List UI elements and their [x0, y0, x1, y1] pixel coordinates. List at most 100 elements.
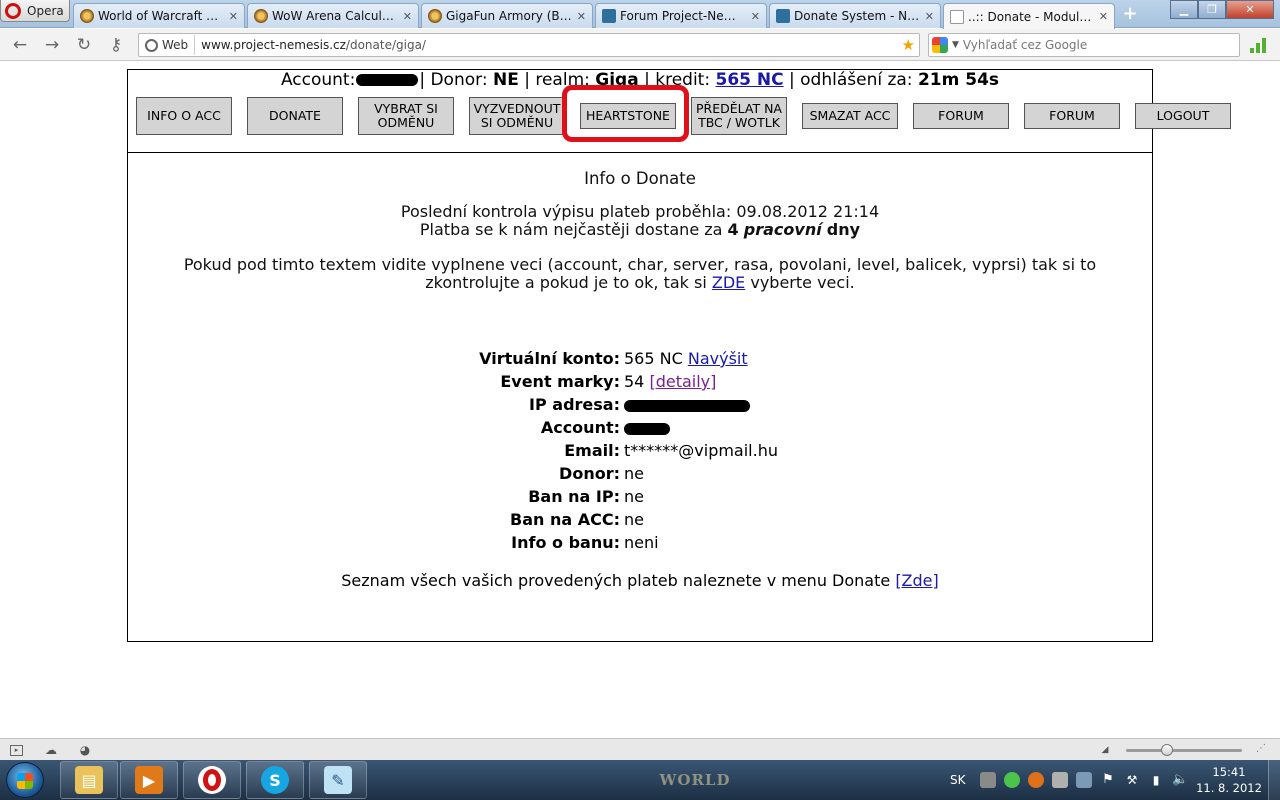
back-arrow-icon[interactable]: ←: [10, 35, 30, 55]
taskbar-skype[interactable]: S: [246, 761, 304, 799]
close-window-button[interactable]: ✕: [1226, 0, 1274, 19]
tray-tool-icon[interactable]: ⚒: [1124, 772, 1140, 788]
field-info-o-banu: Info o banu: neni: [128, 531, 1152, 554]
system-clock[interactable]: 15:41 11. 8. 2012: [1196, 764, 1262, 796]
opera-menu-button[interactable]: Opera: [0, 0, 70, 22]
payment-days: 4: [727, 220, 739, 239]
windows-taskbar: ▤ ▶ S ✎ WORLD SK ⚑ ⚒ ▮ 🔈 15:41 11. 8. 20…: [0, 760, 1280, 800]
menu-label: VYZVEDNOUT SI ODMĚNU: [473, 101, 561, 130]
opera-menu-label: Opera: [27, 3, 64, 18]
menu-button-forum-2[interactable]: FORUM: [1024, 103, 1120, 129]
minimize-window-button[interactable]: ▁: [1170, 0, 1198, 19]
zde-link[interactable]: ZDE: [712, 273, 745, 292]
site-info-chip[interactable]: Web: [141, 35, 196, 55]
close-tab-icon[interactable]: ✕: [925, 10, 934, 23]
field-label: Donor:: [559, 464, 620, 483]
close-tab-icon[interactable]: ✕: [751, 10, 760, 23]
panel-toggle-icon[interactable]: ▸: [10, 745, 23, 756]
maximize-window-button[interactable]: ❐: [1198, 0, 1226, 19]
browser-tab[interactable]: Donate System - Návo... ✕: [769, 3, 941, 28]
menu-button-vybrat-si-odmenu[interactable]: VYBRAT SI ODMĚNU: [358, 97, 454, 135]
zoom-slider-track[interactable]: [1126, 749, 1242, 752]
donor-label: Donor:: [430, 70, 488, 90]
redacted-ip: [624, 399, 750, 412]
menu-button-donate[interactable]: DONATE: [247, 97, 343, 135]
browser-tab[interactable]: World of Warcraft » Ac... ✕: [73, 3, 245, 28]
new-tab-icon[interactable]: +: [1119, 3, 1141, 25]
forward-arrow-icon[interactable]: →: [42, 35, 62, 55]
tray-network-share-icon[interactable]: [1052, 772, 1068, 788]
start-button[interactable]: [6, 762, 44, 798]
taskbar-explorer[interactable]: ▤: [60, 761, 118, 799]
tray-update-icon[interactable]: [1028, 772, 1044, 788]
field-value: ne: [624, 487, 644, 506]
resize-grip-icon[interactable]: ⋰: [1256, 743, 1266, 757]
notice-line-2: zkontrolujte a pokud je to ok, tak si ZD…: [128, 274, 1152, 292]
close-tab-icon[interactable]: ✕: [229, 10, 238, 23]
show-desktop-button[interactable]: [1268, 760, 1280, 800]
taskbar-media-player[interactable]: ▶: [120, 761, 178, 799]
account-label: Account:: [280, 70, 356, 90]
taskbar-opera[interactable]: [183, 761, 241, 799]
zde-payments-link[interactable]: [Zde]: [895, 571, 938, 590]
search-field[interactable]: ▼ Vyhľadať cez Google: [928, 33, 1240, 57]
menu-button-smazat-acc[interactable]: SMAZAT ACC: [802, 103, 898, 129]
wow-icon: [80, 9, 94, 23]
windows-logo-icon: [17, 773, 33, 789]
detaily-link[interactable]: [detaily]: [649, 372, 716, 391]
browser-tab[interactable]: WoW Arena Calculator ... ✕: [247, 3, 419, 28]
zoom-out-icon[interactable]: ◢: [1098, 743, 1112, 757]
browser-tab[interactable]: Forum Project-Nemesis ✕: [595, 3, 767, 28]
tray-status-icon[interactable]: [1004, 772, 1020, 788]
language-indicator[interactable]: SK: [950, 760, 966, 800]
reload-icon[interactable]: ↻: [74, 35, 94, 55]
opera-icon: [198, 766, 226, 794]
tray-device-icon[interactable]: [1076, 772, 1092, 788]
browser-status-bar: ▸ ☁ ◕ ◢ ⋰: [0, 738, 1280, 760]
logout-timer-label: odhlášení za:: [800, 70, 913, 90]
menu-button-logout[interactable]: LOGOUT: [1135, 103, 1231, 129]
navysit-link[interactable]: Navýšit: [688, 349, 748, 368]
key-icon[interactable]: ⚷: [106, 35, 126, 55]
media-player-icon: ▶: [135, 766, 163, 794]
notice-line-1: Pokud pod timto textem vidite vyplnene v…: [183, 255, 1097, 274]
volume-icon[interactable]: 🔈: [1172, 772, 1188, 788]
opera-icon: [5, 2, 21, 19]
zoom-slider-handle[interactable]: [1161, 744, 1173, 756]
tray-app-icon[interactable]: [980, 772, 996, 788]
field-value: 54: [624, 372, 645, 391]
header-divider: [128, 152, 1152, 153]
browser-tab[interactable]: GigaFun Armory (BETA) ✕: [421, 3, 593, 28]
menu-button-info-o-acc[interactable]: INFO O ACC: [136, 97, 232, 135]
notepad-icon: ✎: [324, 766, 352, 794]
address-bar[interactable]: Web www.project-nemesis.cz/donate/giga/ …: [138, 33, 920, 57]
url-text[interactable]: www.project-nemesis.cz/donate/giga/: [195, 38, 901, 52]
bookmark-star-icon[interactable]: ★: [902, 36, 919, 54]
menu-button-forum[interactable]: FORUM: [913, 103, 1009, 129]
browser-tab-active[interactable]: ..:: Donate - Modul ::... ✕: [943, 3, 1115, 29]
logout-timer-value: 21m 54s: [917, 70, 1000, 90]
close-tab-icon[interactable]: ✕: [577, 10, 586, 23]
field-value: ne: [624, 464, 644, 483]
action-center-flag-icon[interactable]: ⚑: [1100, 772, 1116, 788]
chevron-down-icon[interactable]: ▼: [952, 40, 959, 50]
notice-post: vyberte veci.: [750, 273, 855, 292]
network-signal-icon[interactable]: ▮: [1148, 772, 1164, 788]
menu-button-predelat-na-tbc-wotlk[interactable]: PŘEDĚLAT NA TBC / WOTLK: [691, 97, 787, 135]
kredit-link[interactable]: 565 NC: [715, 70, 783, 90]
tab-title: ..:: Donate - Modul ::...: [968, 9, 1095, 24]
turbo-icon[interactable]: ◕: [78, 743, 92, 757]
menu-button-vyzvednout-si-odmenu[interactable]: VYZVEDNOUT SI ODMĚNU: [469, 97, 565, 135]
close-tab-icon[interactable]: ✕: [1099, 10, 1108, 23]
site-info-label: Web: [162, 38, 189, 52]
field-label: Ban na ACC:: [510, 510, 620, 529]
taskbar-notepad[interactable]: ✎: [309, 761, 367, 799]
last-check-text: Poslední kontrola výpisu plateb proběhla…: [400, 202, 880, 221]
url-path: /donate/giga/: [345, 38, 426, 52]
clock-date: 11. 8. 2012: [1196, 781, 1262, 795]
url-host: www.project-nemesis.cz: [201, 38, 346, 52]
cloud-icon[interactable]: ☁: [44, 743, 58, 757]
donate-info-section: Info o Donate Poslední kontrola výpisu p…: [128, 166, 1152, 292]
menu-label: DONATE: [269, 108, 321, 123]
close-tab-icon[interactable]: ✕: [403, 10, 412, 23]
